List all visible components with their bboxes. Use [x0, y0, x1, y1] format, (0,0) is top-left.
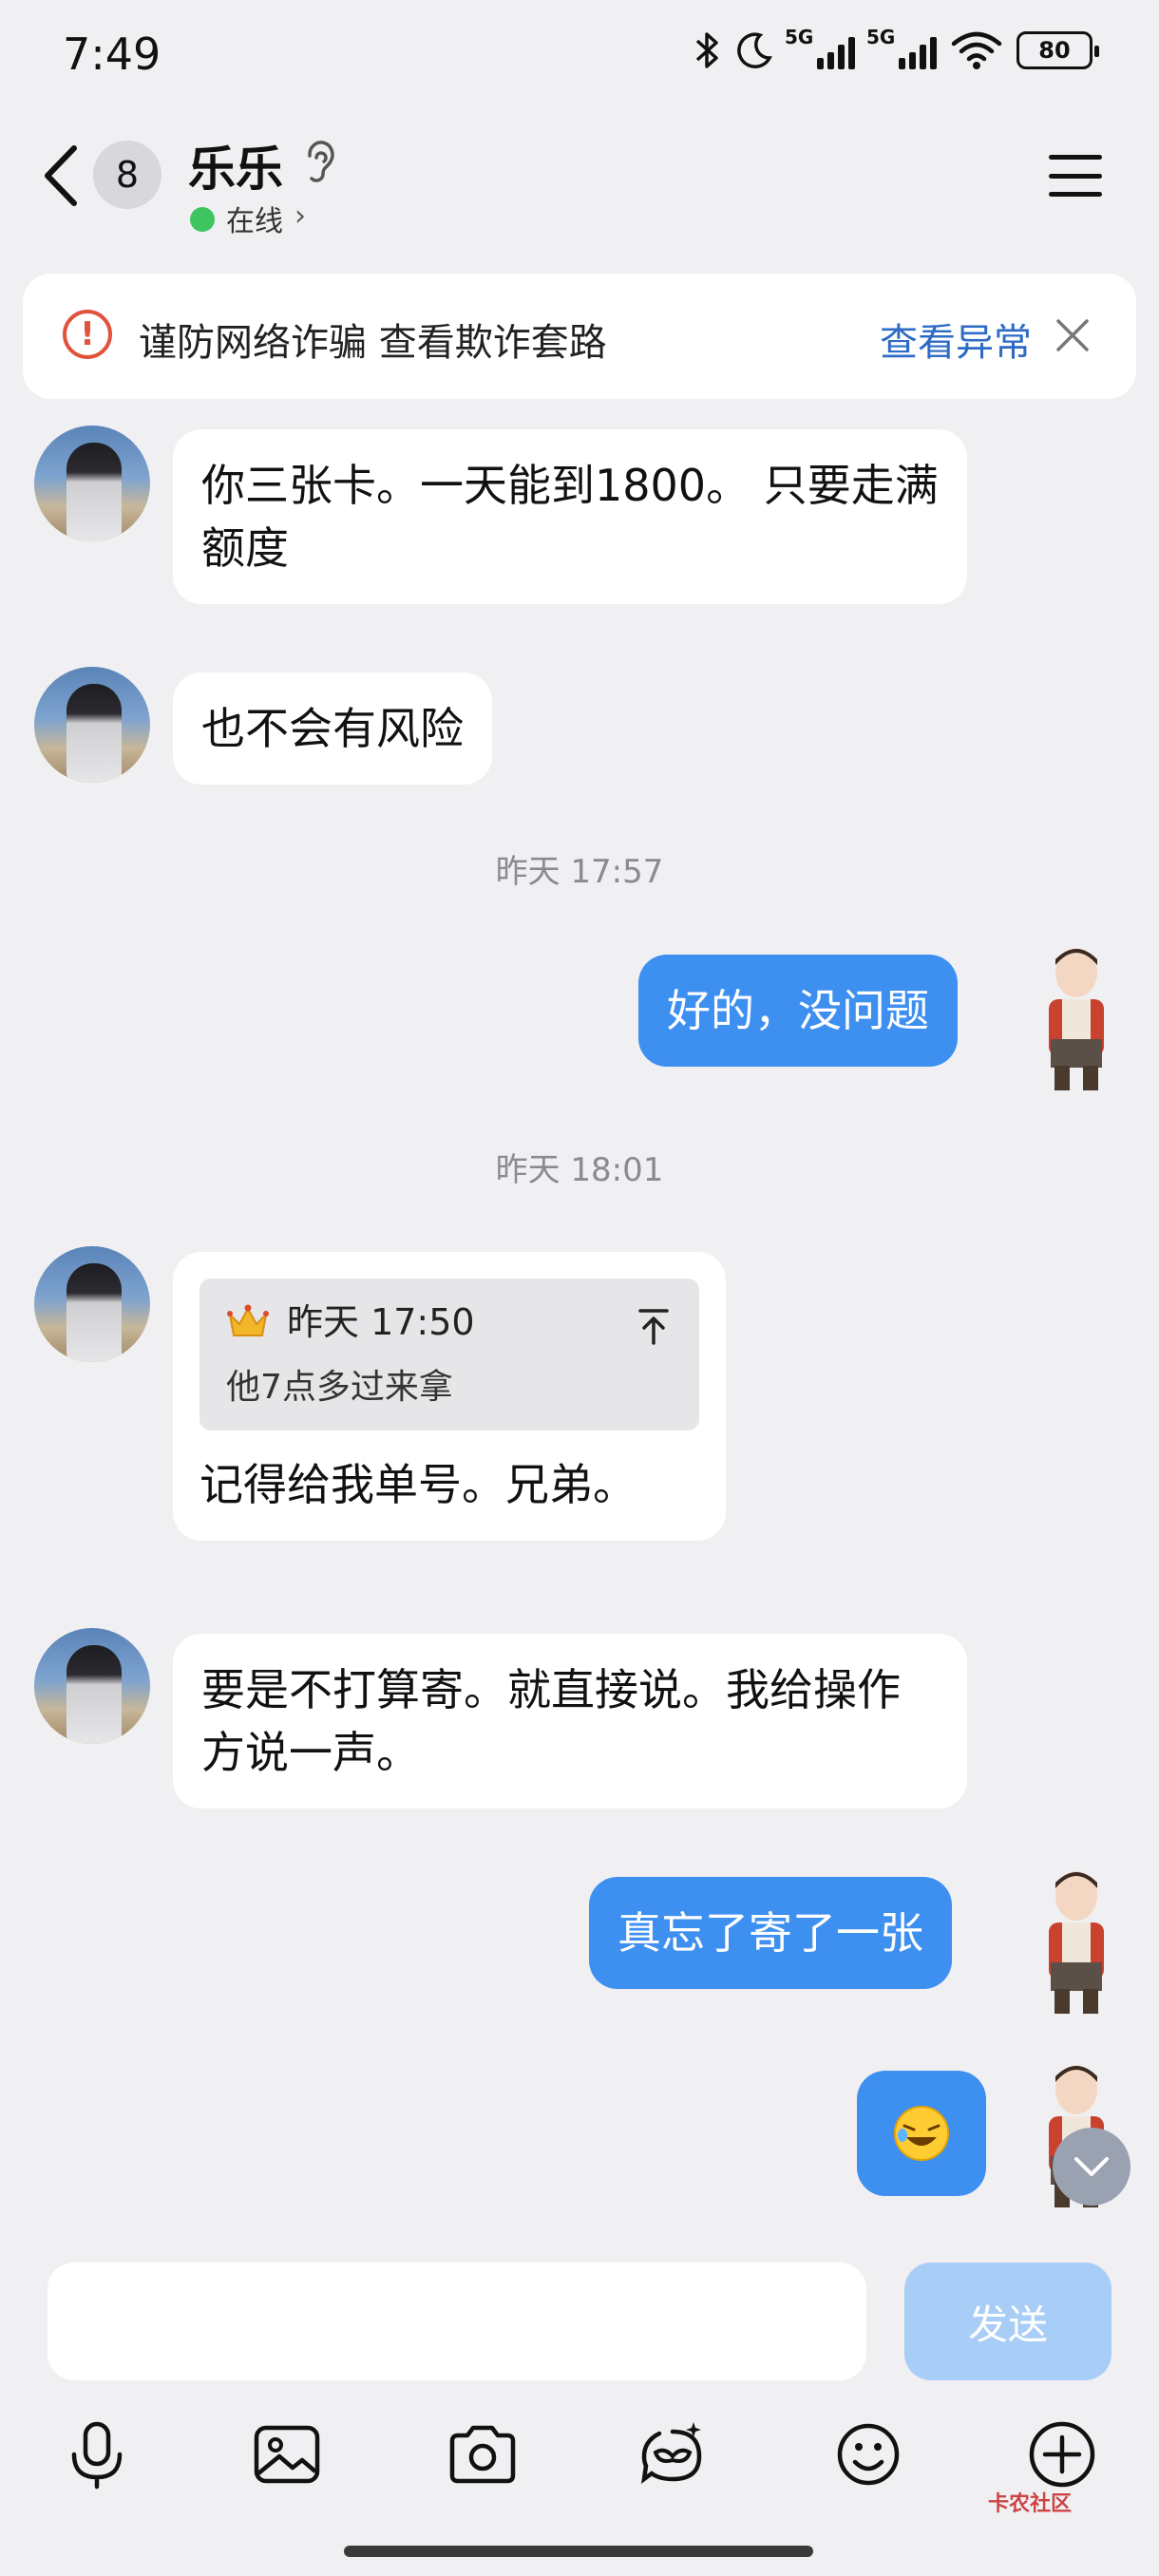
presence-text[interactable]: 在线 [226, 198, 283, 239]
bluetooth-icon [695, 32, 718, 68]
status-icons: 5G 5G 80 [694, 26, 1099, 70]
scroll-to-bottom-button[interactable] [1053, 2128, 1130, 2206]
status-time: 7:49 [63, 28, 162, 80]
back-icon[interactable] [38, 142, 86, 209]
chevron-down-icon [1074, 2157, 1109, 2176]
microphone-icon[interactable] [61, 2418, 133, 2491]
message-bubble-outgoing[interactable]: 真忘了寄了一张 [589, 1877, 952, 1989]
message-bubble-incoming[interactable]: 也不会有风险 [173, 672, 492, 785]
wifi-icon [951, 31, 1002, 69]
camera-icon[interactable] [446, 2418, 519, 2491]
warning-text: 谨防网络诈骗 查看欺诈套路 [139, 321, 607, 365]
menu-icon[interactable] [1049, 155, 1102, 197]
plus-icon[interactable] [1026, 2418, 1098, 2491]
battery-icon: 80 [1016, 31, 1099, 69]
online-status-dot [190, 207, 215, 232]
quoted-message[interactable]: 昨天 17:50 他7点多过来拿 [200, 1279, 699, 1430]
chevron-right-icon: › [294, 199, 306, 233]
message-timestamp: 昨天 17:57 [495, 853, 664, 891]
ear-icon [308, 141, 334, 182]
send-button[interactable]: 发送 [904, 2263, 1112, 2380]
contact-avatar[interactable] [34, 667, 150, 783]
message-bubble-incoming[interactable]: 昨天 17:50 他7点多过来拿 记得给我单号。兄弟。 [173, 1252, 726, 1541]
quote-time: 昨天 17:50 [287, 1301, 475, 1343]
contact-avatar[interactable] [34, 1628, 150, 1744]
contact-name[interactable]: 乐乐 [188, 131, 283, 199]
home-indicator[interactable] [344, 2546, 813, 2557]
image-icon[interactable] [251, 2418, 323, 2491]
jump-to-top-icon[interactable] [636, 1307, 671, 1345]
signal-icon-1: 5G [785, 26, 855, 69]
message-text: 记得给我单号。兄弟。 [200, 1459, 636, 1510]
laughing-emoji-icon [894, 2106, 949, 2161]
watermark: 卡农社区 [988, 2492, 1073, 2516]
emoji-icon[interactable] [832, 2418, 904, 2491]
message-bubble-incoming[interactable]: 你三张卡。一天能到1800。 只要走满额度 [173, 429, 967, 604]
user-avatar[interactable] [1026, 944, 1127, 1096]
close-icon[interactable] [1053, 315, 1092, 355]
signal-icon-2: 5G [866, 26, 937, 69]
contact-avatar[interactable] [34, 1246, 150, 1362]
unread-badge[interactable]: 8 [93, 141, 162, 209]
crown-icon [227, 1304, 269, 1336]
message-input[interactable] [48, 2263, 866, 2380]
contact-avatar[interactable] [34, 426, 150, 541]
warning-icon: ! [63, 310, 112, 359]
message-bubble-outgoing[interactable]: 好的，没问题 [638, 955, 958, 1067]
user-avatar[interactable] [1026, 1867, 1127, 2019]
message-bubble-incoming[interactable]: 要是不打算寄。就直接说。我给操作方说一声。 [173, 1634, 967, 1809]
quote-text: 他7点多过来拿 [226, 1368, 453, 1407]
message-timestamp: 昨天 18:01 [495, 1151, 664, 1189]
message-bubble-outgoing[interactable] [857, 2071, 986, 2196]
ai-chat-icon[interactable] [636, 2418, 709, 2491]
view-anomaly-link[interactable]: 查看异常 [880, 312, 1032, 367]
moon-icon [737, 32, 772, 68]
